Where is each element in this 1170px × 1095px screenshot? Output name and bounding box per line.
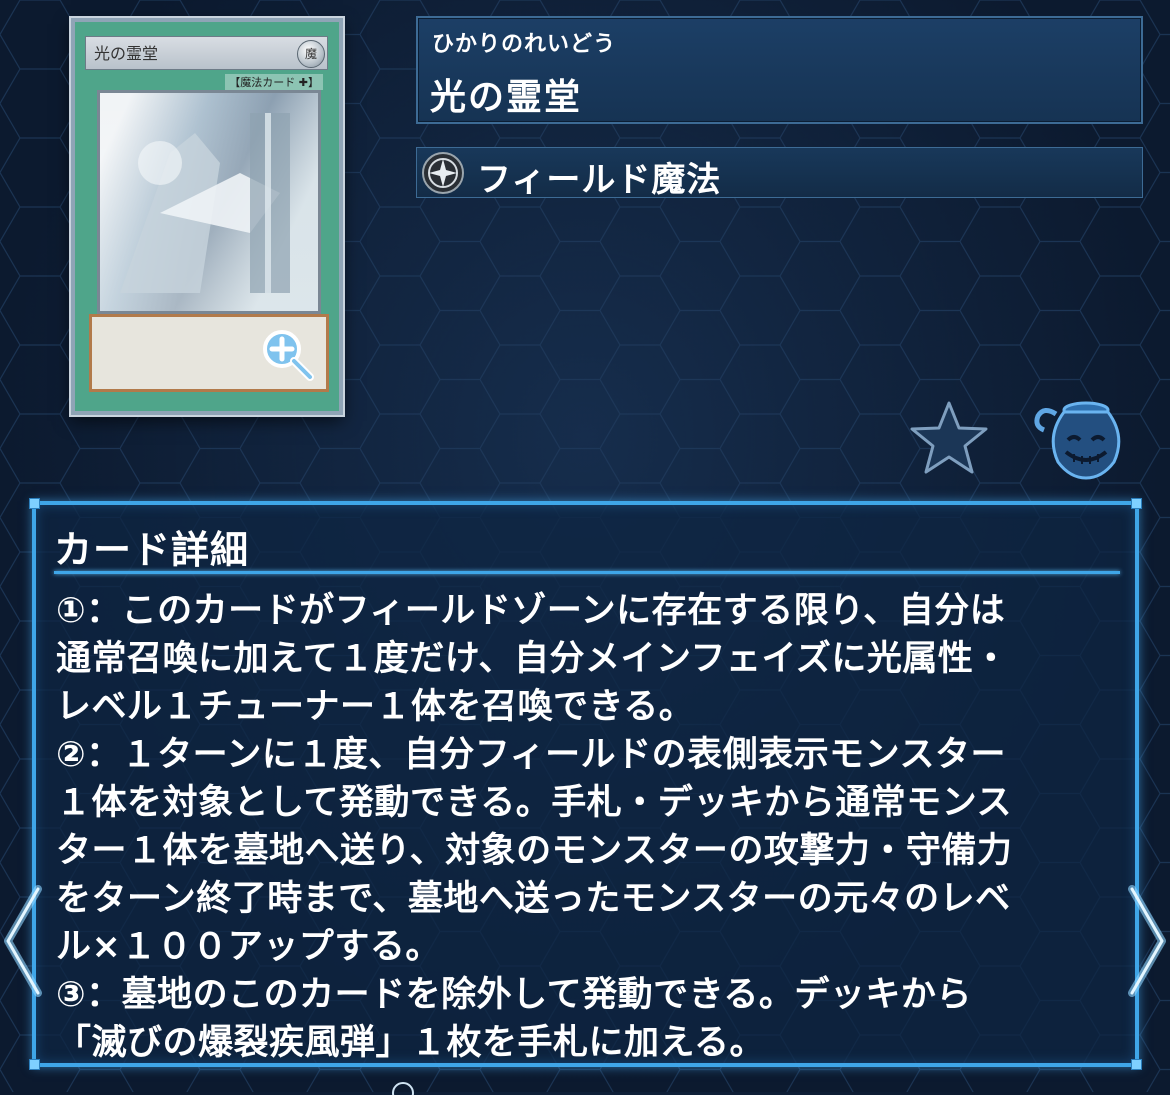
effect-line: １体を対象として発動できる。手札・デッキから通常モンス <box>56 783 1013 823</box>
effect-line: ①：このカードがフィールドゾーンに存在する限り、自分は <box>56 591 1006 631</box>
card-image-type: 【魔法カード ✚】 <box>225 74 323 90</box>
effect-line: ③：墓地のこのカードを除外して発動できる。デッキから <box>56 975 972 1015</box>
partial-icon <box>392 1082 414 1095</box>
effect-line: ル×１００アップする。 <box>56 927 441 967</box>
detail-divider <box>54 571 1120 574</box>
effect-text: ①：このカードがフィールドゾーンに存在する限り、自分は 通常召喚に加えて１度だけ… <box>56 587 1126 1067</box>
star-icon[interactable] <box>909 399 989 475</box>
card-detail-panel: カード詳細 ①：このカードがフィールドゾーンに存在する限り、自分は 通常召喚に加… <box>29 498 1142 1070</box>
effect-line: 「滅びの爆裂疾風弾」１枚を手札に加える。 <box>56 1023 765 1063</box>
next-arrow-icon[interactable] <box>1124 885 1170 997</box>
artwork-illustration <box>120 113 290 293</box>
effect-line: をターン終了時まで、墓地へ送ったモンスターの元々のレベ <box>56 879 1011 919</box>
detail-title: カード詳細 <box>54 528 250 572</box>
panel-corner <box>1131 1059 1142 1070</box>
card-type-panel: フィールド魔法 <box>416 147 1143 200</box>
panel-corner <box>29 1059 40 1070</box>
effect-line: 通常召喚に加えて１度だけ、自分メインフェイズに光属性・ <box>56 639 1009 679</box>
panel-corner <box>29 498 40 509</box>
card-text-box <box>89 314 329 392</box>
card-type-label: フィールド魔法 <box>477 160 722 200</box>
effect-line: ター１体を墓地へ送り、対象のモンスターの攻撃力・守備力 <box>56 831 1013 871</box>
card-name-ruby: ひかりのれいどう <box>432 32 617 57</box>
zoom-icon[interactable] <box>260 327 316 383</box>
card-image-title: 光の霊堂 <box>85 36 328 70</box>
panel-corner <box>1131 498 1142 509</box>
card-name: 光の霊堂 <box>430 77 583 118</box>
previous-arrow-icon[interactable] <box>0 885 46 997</box>
field-spell-icon <box>422 152 464 194</box>
card-attribute-icon: 魔 <box>297 40 325 68</box>
card-name-panel: ひかりのれいどう 光の霊堂 <box>416 16 1143 124</box>
pot-of-greed-icon[interactable] <box>1030 396 1126 480</box>
card-artwork <box>97 90 321 314</box>
card-image[interactable]: 光の霊堂 魔 【魔法カード ✚】 <box>71 18 343 415</box>
effect-line: ②：１ターンに１度、自分フィールドの表側表示モンスター <box>56 735 1006 775</box>
effect-line: レベル１チューナー１体を召喚できる。 <box>56 687 695 727</box>
